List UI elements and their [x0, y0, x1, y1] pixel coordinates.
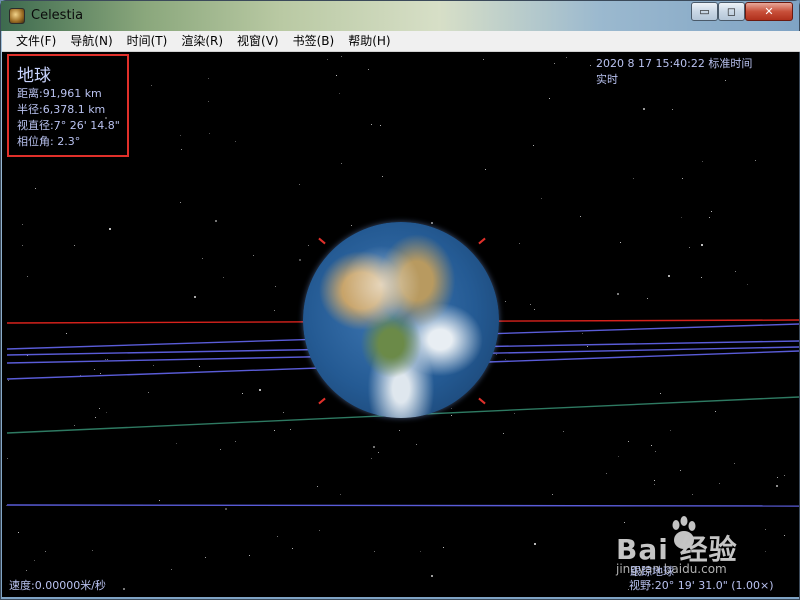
title-bar[interactable]: Celestia ▭ ◻ ✕: [1, 1, 799, 31]
object-phase-angle: 相位角: 2.3°: [17, 135, 81, 148]
object-radius: 半径:6,378.1 km: [17, 103, 106, 116]
close-button[interactable]: ✕: [745, 2, 793, 21]
fov-readout: 视野:20° 19' 31.0" (1.00×): [629, 579, 774, 592]
menu-time[interactable]: 时间(T): [120, 31, 175, 51]
menu-file[interactable]: 文件(F): [9, 31, 63, 51]
window-title: Celestia: [31, 8, 84, 23]
object-name: 地球: [17, 66, 51, 86]
object-apparent-diameter: 视直径:7° 26' 14.8": [17, 119, 120, 132]
menu-view[interactable]: 视窗(V): [230, 31, 286, 51]
baidu-watermark: Bai 经验 jingyan.baidu.com: [616, 516, 786, 576]
earth-globe[interactable]: [303, 222, 499, 418]
object-distance: 距离:91,961 km: [17, 87, 102, 100]
minimize-button[interactable]: ▭: [691, 2, 718, 21]
time-mode: 实时: [596, 73, 618, 86]
maximize-button[interactable]: ◻: [718, 2, 745, 21]
menu-help[interactable]: 帮助(H): [341, 31, 397, 51]
celestia-app-icon: [9, 8, 25, 24]
menu-bookmarks[interactable]: 书签(B): [286, 31, 342, 51]
simulation-datetime: 2020 8 17 15:40:22 标准时间: [596, 57, 753, 70]
menu-render[interactable]: 渲染(R): [174, 31, 230, 51]
celestia-window: Celestia ▭ ◻ ✕ 文件(F) 导航(N) 时间(T) 渲染(R) 视…: [0, 0, 800, 600]
menu-navigation[interactable]: 导航(N): [63, 31, 119, 51]
object-info-highlight: 地球 距离:91,961 km 半径:6,378.1 km 视直径:7° 26'…: [7, 54, 129, 157]
orbit-line-blue-low: [6, 504, 799, 507]
speed-readout: 速度:0.00000米/秒: [9, 579, 106, 592]
space-viewport[interactable]: 地球 距离:91,961 km 半径:6,378.1 km 视直径:7° 26'…: [2, 52, 799, 597]
menu-bar: 文件(F) 导航(N) 时间(T) 渲染(R) 视窗(V) 书签(B) 帮助(H…: [2, 31, 800, 52]
